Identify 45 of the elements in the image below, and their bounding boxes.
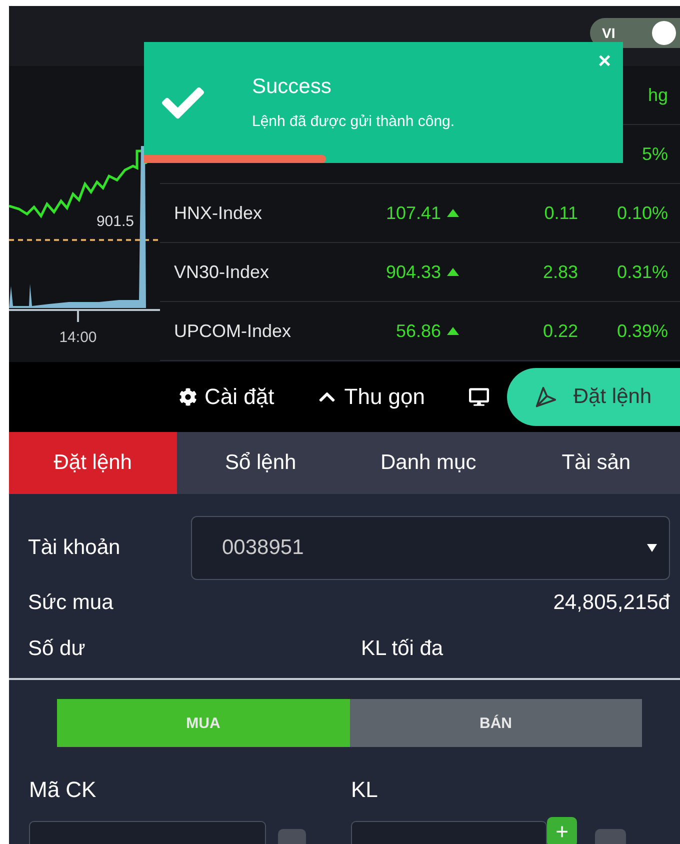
language-toggle[interactable]: VI <box>590 18 680 48</box>
table-cell-text: VN30-Index <box>174 262 270 282</box>
table-cell: 904.33 <box>349 262 459 282</box>
settings-button[interactable]: Cài đặt <box>156 384 296 410</box>
table-cell-text: 0.10% <box>616 202 668 224</box>
buying-power-label: Sức mua <box>28 591 114 615</box>
table-cell-text: 0.39% <box>616 320 668 342</box>
quantity-label: KL <box>351 777 379 803</box>
toast-title: Success <box>252 75 332 99</box>
monitor-icon <box>469 387 489 407</box>
max-quantity-label: KL tối đa <box>361 637 444 661</box>
tab[interactable]: Đặt lệnh <box>9 432 177 494</box>
toast-message: Lệnh đã được gửi thành công. <box>252 113 455 130</box>
account-label: Tài khoản <box>28 536 120 560</box>
up-arrow-icon <box>447 327 459 335</box>
up-arrow-icon <box>447 209 459 217</box>
account-select[interactable]: 0038951 <box>191 516 670 580</box>
table-cell-text: 0.11 <box>543 202 578 224</box>
tab[interactable]: Tài sản <box>512 432 680 494</box>
place-order-button[interactable]: Đặt lệnh <box>507 368 680 426</box>
table-cell-text: HNX-Index <box>174 202 264 224</box>
caret-icon <box>647 544 657 552</box>
table-cell-text: 0.22 <box>542 320 578 342</box>
toggle-knob <box>652 21 676 45</box>
up-arrow-icon <box>447 268 459 276</box>
table-cell-text: 5% <box>640 144 668 164</box>
side-button[interactable]: BÁN <box>350 699 642 747</box>
table-cell: 107.41 <box>349 202 459 224</box>
time-label: 14:00 <box>59 329 97 346</box>
buying-power-value: 24,805,215đ <box>552 591 670 615</box>
tab[interactable]: Sổ lệnh <box>176 432 344 494</box>
tab[interactable]: Danh mục <box>344 432 512 494</box>
settings-icon <box>178 388 197 406</box>
table-cell: 56.86 <box>349 320 459 342</box>
send-icon <box>535 386 558 408</box>
table-header: hg <box>646 84 668 106</box>
price-label: 901.5 <box>96 213 134 230</box>
table-cell-text: 2.83 <box>542 262 578 282</box>
symbol-label: Mã CK <box>29 777 98 803</box>
table-cell-text: UPCOM-Index <box>174 320 292 342</box>
axis-tick <box>77 310 79 322</box>
language-label: VI <box>602 25 616 41</box>
balance-label: Số dư <box>28 637 86 661</box>
table-cell-text: 0.31% <box>616 262 668 282</box>
collapse-button[interactable]: Thu gọn <box>296 384 447 410</box>
